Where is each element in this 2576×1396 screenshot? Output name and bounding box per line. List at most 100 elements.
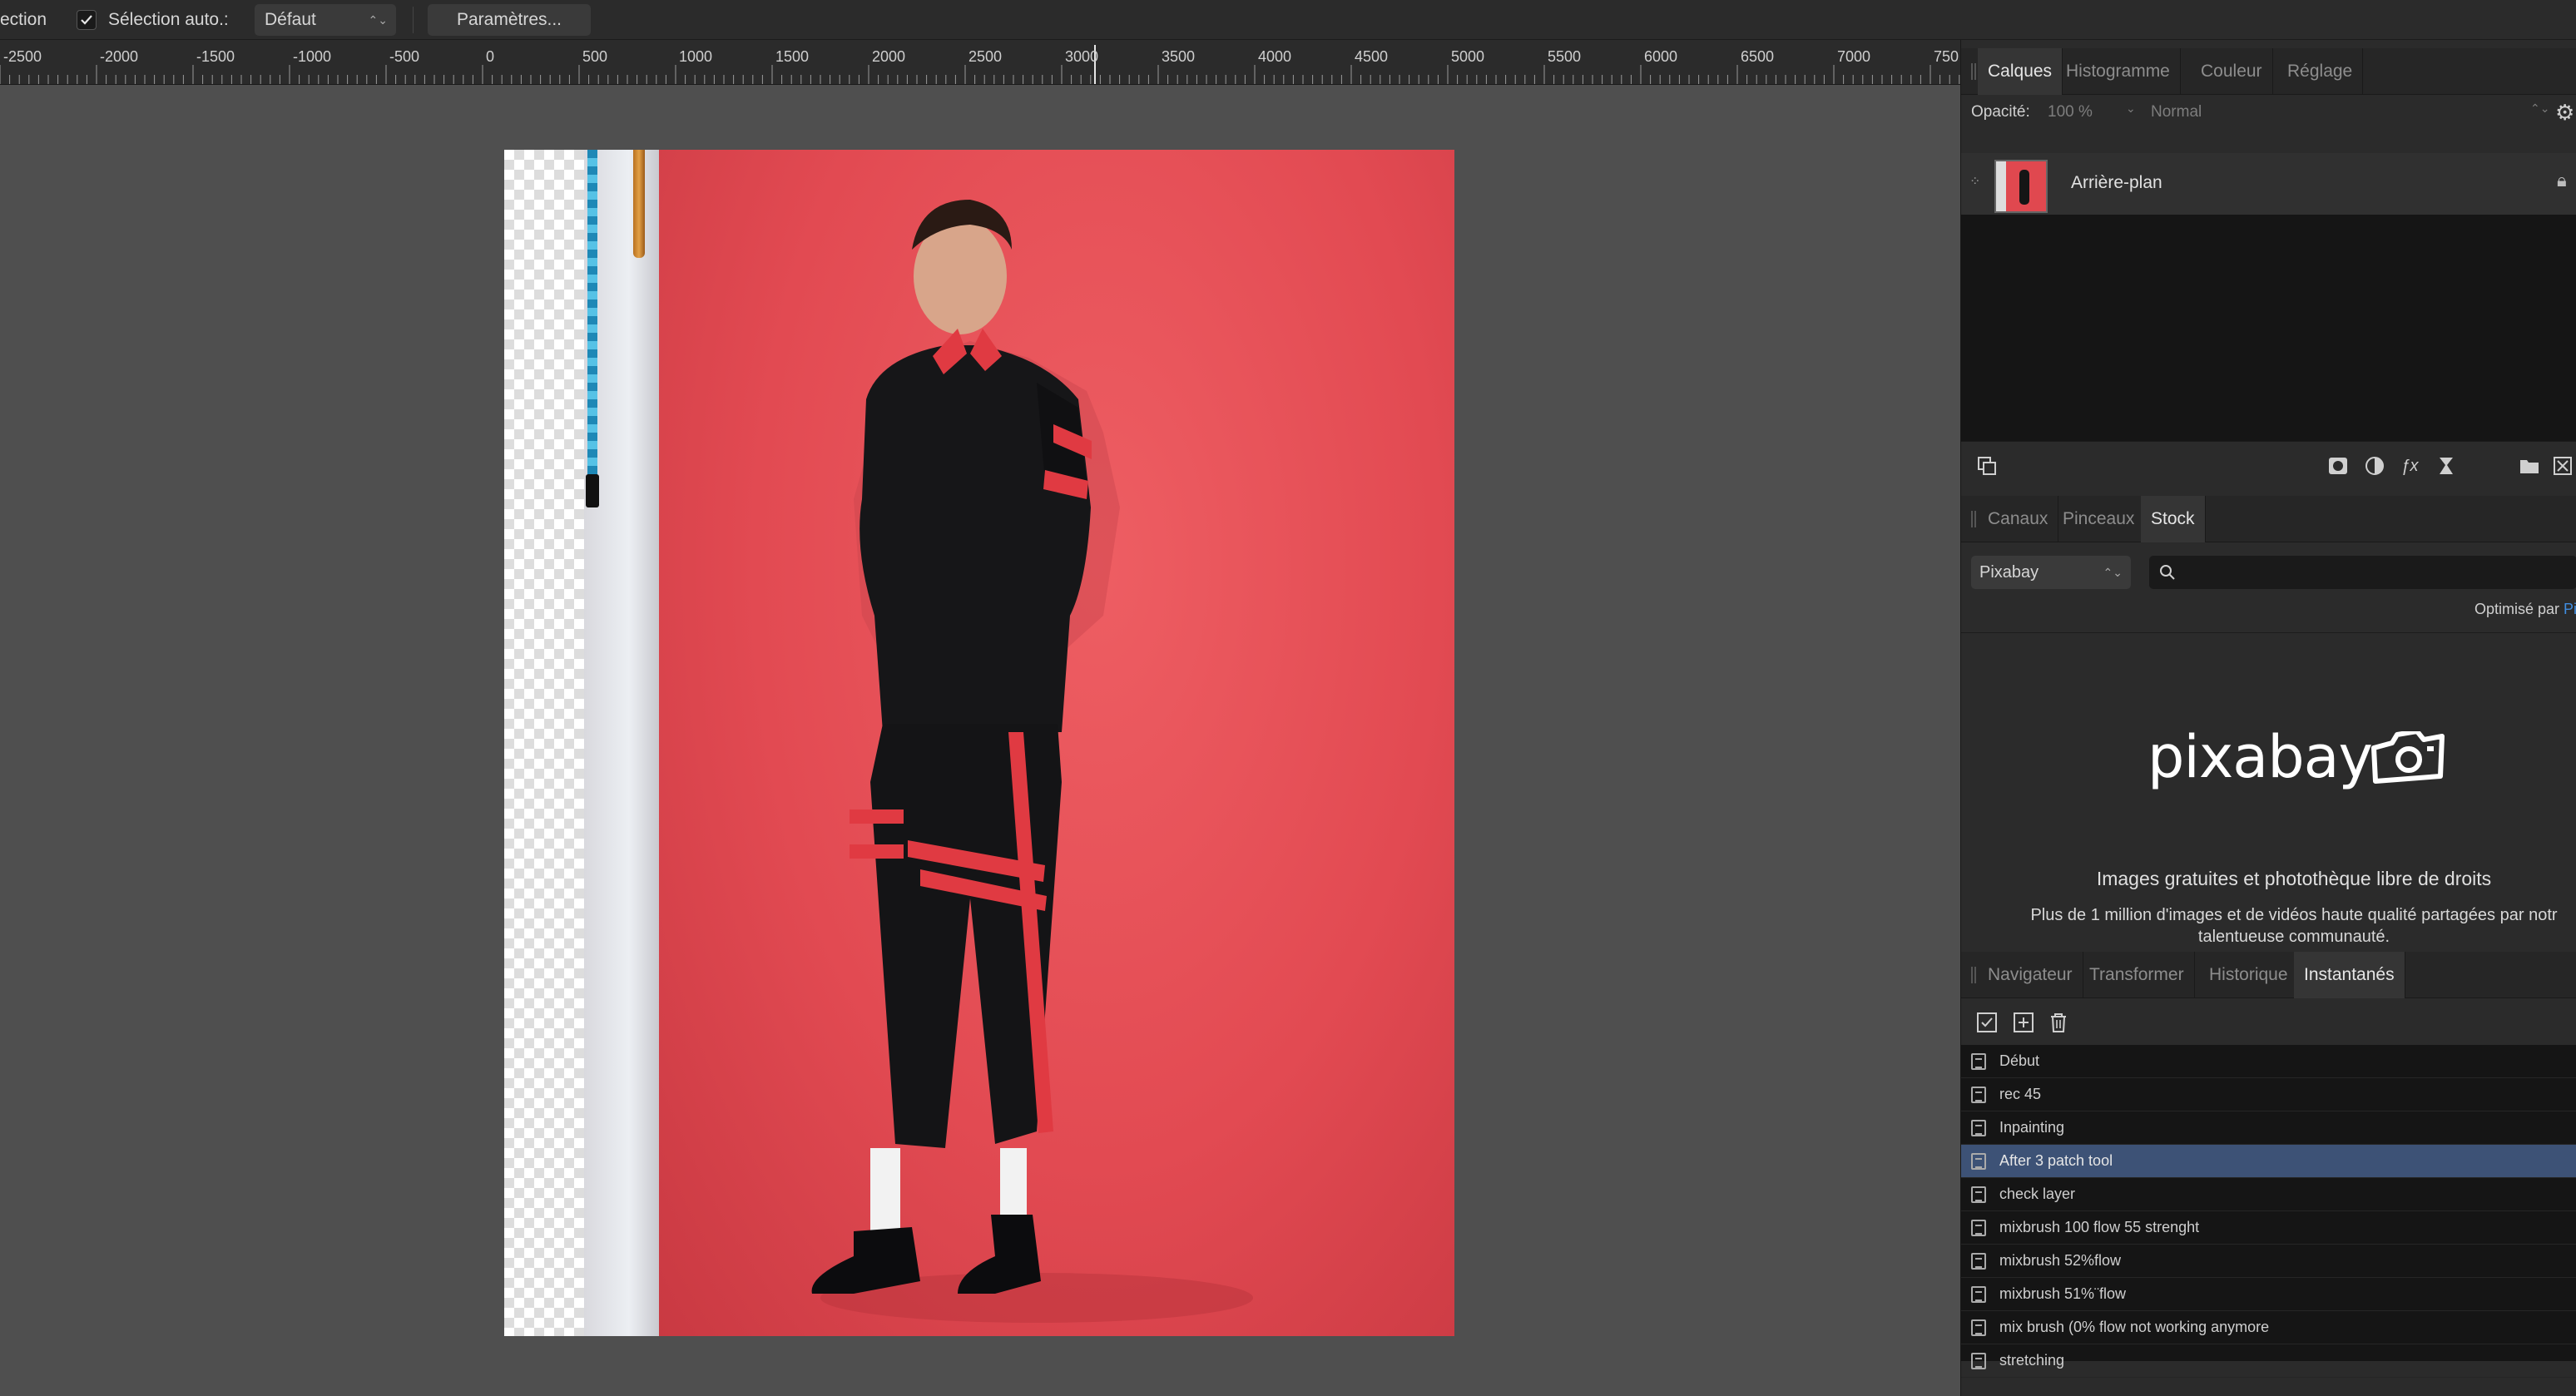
- auto-select-label: Sélection auto.:: [108, 10, 229, 29]
- tab-adjustment[interactable]: Réglage: [2277, 48, 2364, 95]
- mask-layer-icon[interactable]: [2327, 455, 2349, 477]
- snapshot-item[interactable]: Début: [1961, 1045, 2576, 1078]
- layer-list-area[interactable]: [1961, 215, 2576, 441]
- snapshot-item[interactable]: rec 45: [1961, 1078, 2576, 1111]
- ruler-label: -2000: [100, 48, 139, 65]
- snapshot-label: After 3 patch tool: [1999, 1152, 2113, 1169]
- layer-name[interactable]: Arrière-plan: [2071, 173, 2162, 193]
- toolbar-divider: [413, 7, 414, 33]
- snapshot-label: Inpainting: [1999, 1119, 2065, 1136]
- tool-name-label: ection: [0, 10, 47, 29]
- snapshot-tools-bar: [1961, 998, 2576, 1045]
- ruler-label: 5500: [1548, 48, 1582, 65]
- duplicate-layer-icon[interactable]: [1976, 455, 1998, 477]
- pixabay-logo: pixabay: [2147, 723, 2373, 791]
- document-canvas[interactable]: [0, 85, 1960, 1396]
- stock-title: Images gratuites et photothèque libre de…: [2096, 868, 2492, 889]
- snapshot-doc-icon: [1971, 1120, 1986, 1136]
- updown-chevron-icon: ⌃⌄: [2103, 566, 2123, 579]
- snapshot-item[interactable]: mixbrush 52%flow: [1961, 1245, 2576, 1278]
- ruler-label: 1000: [679, 48, 713, 65]
- snapshot-label: mixbrush 100 flow 55 strenght: [1999, 1219, 2200, 1235]
- person-figure: [811, 200, 1253, 1323]
- panel-grip-icon[interactable]: [1971, 63, 1976, 80]
- snapshot-doc-icon: [1971, 1186, 1986, 1203]
- layer-visibility-grip-icon[interactable]: ⁘: [1969, 173, 1983, 191]
- snapshot-item[interactable]: check layer: [1961, 1178, 2576, 1211]
- blend-updown-chevron-icon[interactable]: ⌃⌄: [2530, 101, 2549, 116]
- context-toolbar: ection Sélection auto.: Défaut ⌃⌄ Paramè…: [0, 0, 2576, 40]
- ruler-label: 0: [486, 48, 495, 65]
- snapshots-tabbar: Navigateur Transformer Historique Instan…: [1961, 952, 2576, 998]
- group-folder-icon[interactable]: [2519, 455, 2540, 477]
- ruler-label: 4000: [1258, 48, 1292, 65]
- snapshot-doc-icon: [1971, 1153, 1986, 1170]
- panel-grip-icon[interactable]: [1971, 967, 1976, 983]
- stock-search-input[interactable]: [2149, 556, 2576, 589]
- blend-mode-select[interactable]: Normal: [2151, 103, 2202, 121]
- opacity-chevron-icon[interactable]: ⌄: [2126, 101, 2136, 116]
- snapshot-doc-icon: [1971, 1087, 1986, 1103]
- delete-layer-icon[interactable]: [2552, 455, 2574, 477]
- opacity-label: Opacité:: [1971, 103, 2030, 121]
- snapshot-doc-icon: [1971, 1319, 1986, 1336]
- layer-tools-bar: ƒx: [1961, 441, 2576, 488]
- snapshot-item[interactable]: Inpainting: [1961, 1111, 2576, 1145]
- tab-history[interactable]: Historique: [2199, 952, 2299, 998]
- tab-channels[interactable]: Canaux: [1978, 496, 2059, 542]
- ruler-label: 2000: [872, 48, 906, 65]
- horizontal-ruler[interactable]: -2500 -2000 -1500 -1000 -500 0 500 1000 1500 2000…: [0, 40, 1960, 85]
- snapshot-item[interactable]: mixbrush 100 flow 55 strenght: [1961, 1211, 2576, 1245]
- ruler-label: 5000: [1451, 48, 1485, 65]
- parameters-button[interactable]: Paramètres...: [428, 4, 591, 36]
- checkmark-icon: [81, 15, 92, 25]
- snapshot-item[interactable]: stretching: [1961, 1344, 2576, 1378]
- powered-by-link[interactable]: Pi: [2564, 601, 2576, 617]
- tab-layers[interactable]: Calques: [1978, 48, 2063, 95]
- panel-grip-icon[interactable]: [1971, 511, 1976, 527]
- auto-select-checkbox[interactable]: [77, 10, 97, 30]
- ruler-label: -500: [389, 48, 420, 65]
- opacity-value[interactable]: 100 %: [2048, 103, 2093, 121]
- trash-icon[interactable]: [2048, 1012, 2069, 1033]
- snapshot-doc-icon: [1971, 1253, 1986, 1270]
- ruler-label: 3000: [1065, 48, 1099, 65]
- tab-stock[interactable]: Stock: [2141, 496, 2206, 542]
- ruler-label: 3500: [1162, 48, 1196, 65]
- tab-brushes[interactable]: Pinceaux: [2053, 496, 2146, 542]
- adjustment-layer-icon[interactable]: [2364, 455, 2385, 477]
- snapshot-item[interactable]: mixbrush 51%¨flow: [1961, 1278, 2576, 1311]
- stock-source-select[interactable]: Pixabay ⌃⌄: [1971, 556, 2131, 589]
- auto-select-dropdown[interactable]: Défaut ⌃⌄: [255, 4, 396, 36]
- fx-icon[interactable]: ƒx: [2399, 455, 2420, 477]
- tab-navigator[interactable]: Navigateur: [1978, 952, 2083, 998]
- stock-description-line1: Plus de 1 million d'images et de vidéos …: [2030, 906, 2558, 924]
- live-filter-icon[interactable]: [2435, 455, 2457, 477]
- tab-color[interactable]: Couleur: [2191, 48, 2273, 95]
- gear-icon[interactable]: ⚙: [2555, 100, 2574, 126]
- lock-icon[interactable]: 🔒︎: [2557, 170, 2567, 191]
- ruler-label: -1500: [196, 48, 235, 65]
- tab-snapshots[interactable]: Instantanés: [2294, 952, 2405, 998]
- stock-description-line2: talentueuse communauté.: [2197, 928, 2390, 946]
- tab-histogram[interactable]: Histogramme: [2056, 48, 2181, 95]
- layer-row-background[interactable]: ⁘ Arrière-plan 🔒︎: [1961, 153, 2576, 215]
- snapshot-label: stretching: [1999, 1352, 2065, 1369]
- ruler-label: 1500: [775, 48, 810, 65]
- snapshot-label: rec 45: [1999, 1086, 2042, 1102]
- powered-by-label: Optimisé par: [2474, 601, 2564, 617]
- right-studio-panel: Calques Histogramme Couleur Réglage Opac…: [1960, 40, 2576, 1396]
- stock-tabbar: Canaux Pinceaux Stock: [1961, 496, 2576, 542]
- restore-snapshot-icon[interactable]: [1976, 1012, 1998, 1033]
- tab-transform[interactable]: Transformer: [2079, 952, 2195, 998]
- snapshot-item[interactable]: After 3 patch tool: [1961, 1145, 2576, 1178]
- snapshot-label: Début: [1999, 1052, 2040, 1069]
- add-snapshot-icon[interactable]: [2013, 1012, 2034, 1033]
- ruler-label: 6000: [1644, 48, 1678, 65]
- snapshot-doc-icon: [1971, 1053, 1986, 1070]
- layer-opacity-row: Opacité: 100 % ⌄ Normal ⌃⌄ ⚙: [1961, 95, 2576, 128]
- document-image[interactable]: [504, 150, 1454, 1336]
- stock-content: pixabay Images gratuites et photothèque …: [1961, 632, 2576, 991]
- ruler-label: 500: [582, 48, 608, 65]
- snapshot-item[interactable]: mix brush (0% flow not working anymore: [1961, 1311, 2576, 1344]
